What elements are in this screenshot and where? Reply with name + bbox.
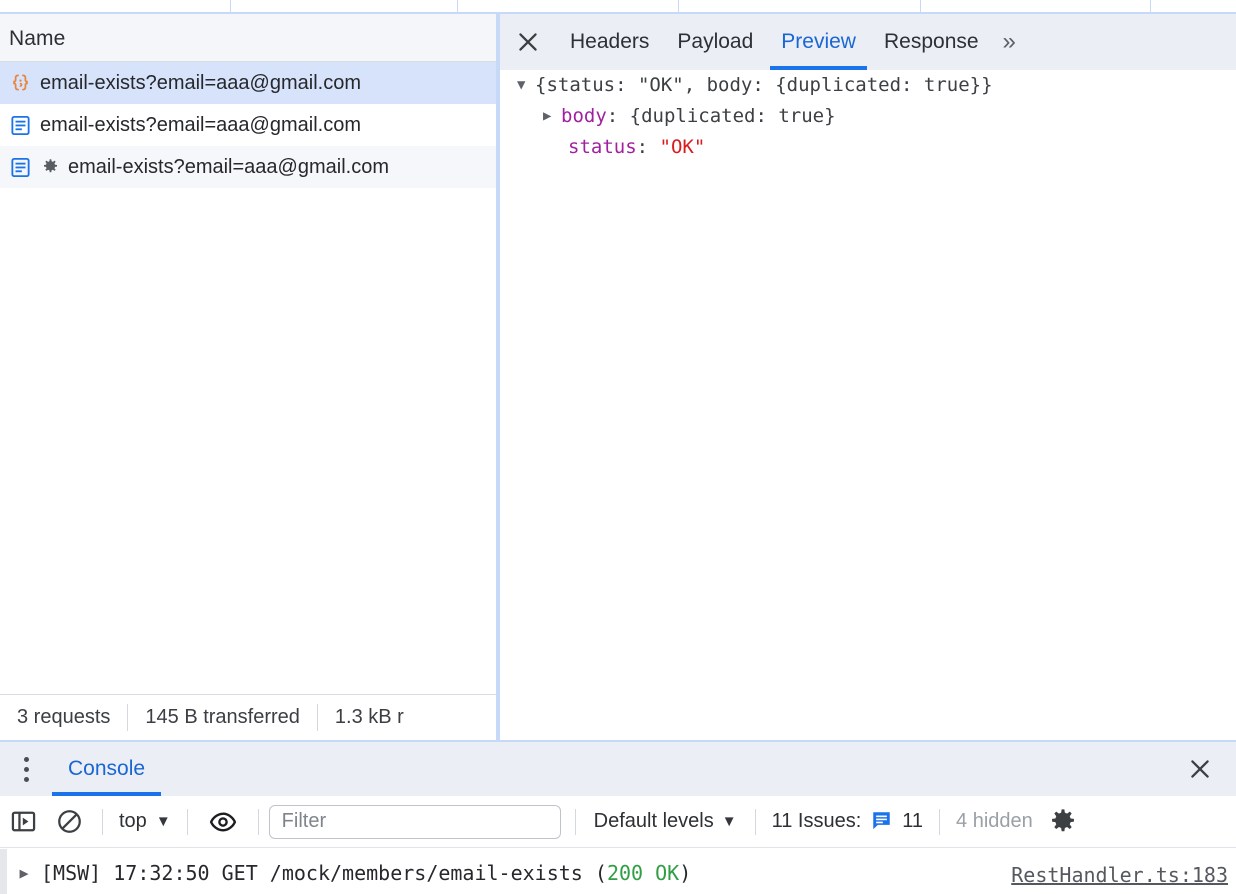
sidebar-toggle-icon[interactable] — [0, 796, 46, 848]
close-icon[interactable] — [1178, 742, 1222, 796]
issues-label: 11 Issues: — [771, 810, 862, 832]
tab-headers[interactable]: Headers — [556, 14, 663, 70]
request-name: email-exists?email=aaa@gmail.com — [40, 71, 361, 94]
tab-divider — [920, 0, 921, 12]
tab-preview[interactable]: Preview — [767, 14, 870, 70]
log-levels-dropdown[interactable]: Default levels ▼ — [586, 810, 745, 833]
transferred-size: 145 B transferred — [145, 706, 300, 728]
json-root-line[interactable]: ▼ {status: "OK", body: {duplicated: true… — [500, 70, 1236, 101]
tab-response[interactable]: Response — [870, 14, 993, 70]
devtools-window: Name email-exists?email=aaa@gmail.com em… — [0, 0, 1236, 894]
issues-indicator[interactable]: 11 Issues: 11 — [766, 809, 929, 834]
more-tabs-chevron-icon[interactable]: » — [993, 14, 1024, 70]
console-drawer: Console top ▼ Filter Default levels ▼ 11… — [0, 740, 1236, 894]
toolbar-divider — [574, 808, 576, 835]
request-detail-pane: Headers Payload Preview Response » ▼ {st… — [500, 14, 1236, 740]
console-toolbar: top ▼ Filter Default levels ▼ 11 Issues:… — [0, 796, 1236, 848]
toolbar-divider — [754, 808, 756, 835]
tab-console[interactable]: Console — [52, 742, 162, 796]
name-column-header[interactable]: Name — [0, 14, 496, 62]
filter-placeholder: Filter — [281, 810, 327, 832]
source-link[interactable]: RestHandler.ts:183 — [1011, 863, 1228, 887]
tab-payload[interactable]: Payload — [663, 14, 767, 70]
drawer-header: Console — [0, 742, 1236, 796]
request-list-pane: Name email-exists?email=aaa@gmail.com em… — [0, 14, 496, 740]
toolbar-divider — [186, 808, 188, 835]
network-status-bar: 3 requests 145 B transferred 1.3 kB r — [0, 695, 496, 740]
hidden-messages-count: 4 hidden — [956, 810, 1033, 832]
issues-count: 11 — [902, 810, 924, 832]
json-value-body: {duplicated: true} — [629, 105, 836, 127]
request-count: 3 requests — [17, 706, 111, 728]
issues-message-icon — [870, 809, 893, 834]
console-message-status: 200 OK — [606, 860, 680, 885]
network-panel: Name email-exists?email=aaa@gmail.com em… — [0, 14, 1236, 740]
detail-tabbar: Headers Payload Preview Response » — [500, 14, 1236, 70]
tab-divider — [457, 0, 458, 12]
levels-label: Default levels — [593, 810, 714, 832]
expand-triangle-icon[interactable]: ▼ — [517, 70, 535, 101]
live-expression-eye-icon[interactable] — [198, 796, 248, 848]
tab-divider — [678, 0, 679, 12]
execution-context-selector[interactable]: top ▼ — [113, 810, 177, 833]
search-input[interactable]: Filter — [268, 804, 561, 839]
clear-console-icon[interactable] — [46, 796, 92, 848]
preview-json-tree[interactable]: ▼ {status: "OK", body: {duplicated: true… — [500, 70, 1236, 740]
json-key-status: status — [568, 136, 637, 158]
service-worker-gear-icon — [41, 158, 60, 177]
request-name: email-exists?email=aaa@gmail.com — [68, 155, 389, 178]
toolbar-divider — [257, 808, 259, 835]
request-name: email-exists?email=aaa@gmail.com — [40, 113, 361, 136]
console-message-row[interactable]: ▶ [MSW] 17:32:50 GET /mock/members/email… — [0, 849, 1236, 894]
tab-divider — [1150, 0, 1151, 12]
close-icon[interactable] — [500, 14, 556, 70]
table-row[interactable]: email-exists?email=aaa@gmail.com — [0, 104, 496, 146]
chevron-down-icon: ▼ — [155, 813, 171, 830]
document-icon — [9, 156, 32, 179]
json-root-summary: {status: "OK", body: {duplicated: true}} — [535, 74, 993, 96]
tab-divider — [230, 0, 231, 12]
console-message-prefix: [MSW] 17:32:50 GET /mock/members/email-e… — [41, 860, 607, 885]
toolbar-divider — [939, 808, 941, 835]
clipped-top-tabstrip — [0, 0, 1236, 14]
request-list[interactable]: email-exists?email=aaa@gmail.com email-e… — [0, 62, 496, 694]
document-icon — [9, 114, 32, 137]
json-body-line[interactable]: ▶ body : {duplicated: true} — [500, 101, 1236, 132]
expand-triangle-icon[interactable]: ▶ — [7, 864, 41, 882]
collapse-triangle-icon[interactable]: ▶ — [543, 101, 561, 132]
json-key-body: body — [561, 105, 607, 127]
context-label: top — [119, 810, 147, 832]
name-column-label: Name — [9, 27, 66, 50]
json-sep: : — [636, 136, 660, 158]
resources-size: 1.3 kB r — [334, 706, 404, 728]
json-sep: : — [606, 105, 630, 127]
kebab-menu-icon[interactable] — [0, 742, 52, 796]
json-status-line[interactable]: status : "OK" — [500, 132, 1236, 163]
table-row[interactable]: email-exists?email=aaa@gmail.com — [0, 62, 496, 104]
toolbar-divider — [102, 808, 103, 835]
table-row[interactable]: email-exists?email=aaa@gmail.com — [0, 146, 496, 188]
chevron-down-icon: ▼ — [721, 813, 737, 830]
json-braces-icon — [9, 72, 32, 95]
console-message-suffix: ) — [679, 860, 692, 885]
json-value-status: "OK" — [659, 136, 706, 158]
gear-icon[interactable] — [1039, 796, 1087, 848]
